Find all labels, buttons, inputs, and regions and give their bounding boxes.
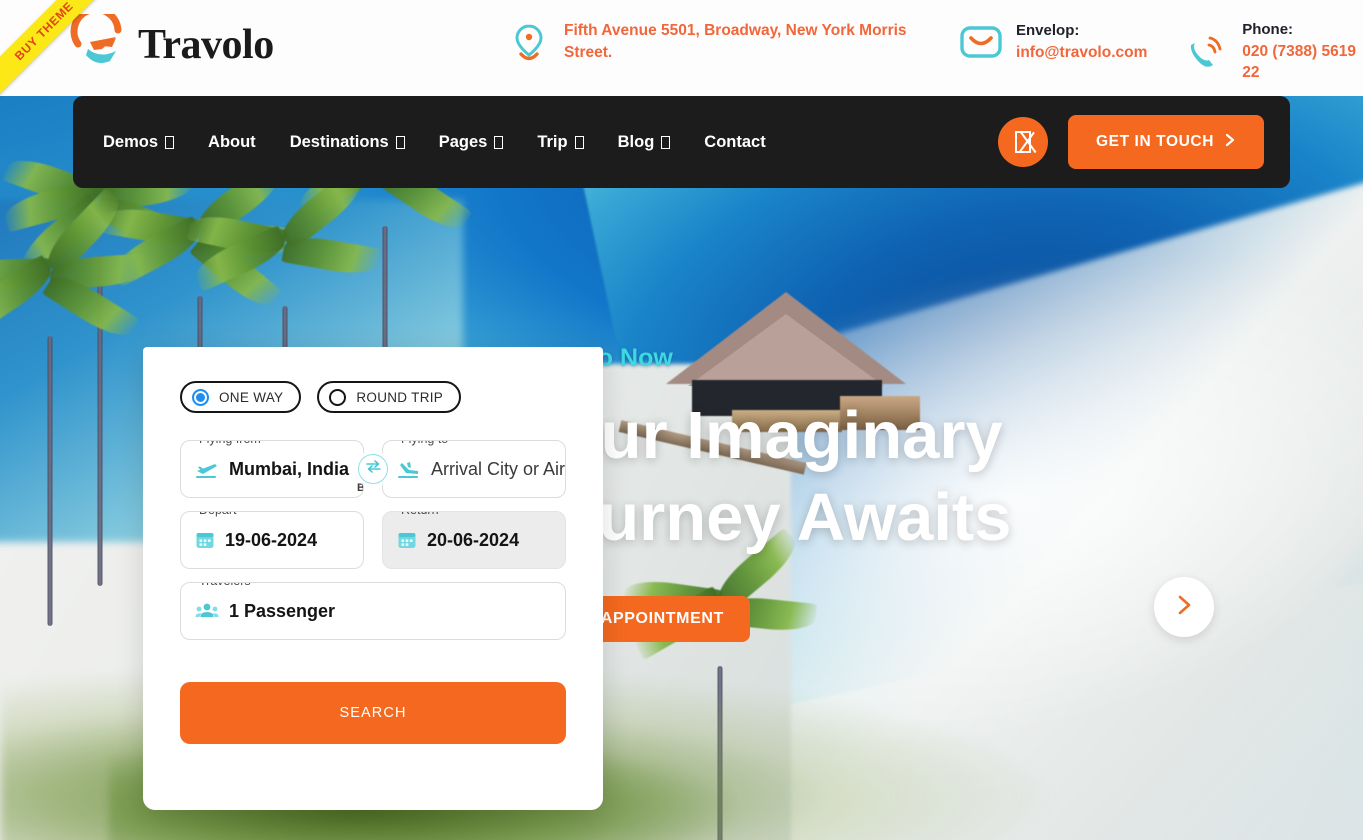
plane-takeoff-icon: [195, 459, 219, 479]
email-value: info@travolo.com: [1016, 43, 1148, 61]
contact-email[interactable]: Envelop: info@travolo.com: [960, 20, 1147, 64]
trip-type-one-way[interactable]: ONE WAY: [180, 381, 302, 413]
page-root: Travolo Fifth Avenue 5501, Broadway, New…: [0, 0, 1363, 840]
phone-value: 020 (7388) 5619 22: [1242, 42, 1356, 82]
plane-landing-icon: [397, 459, 421, 479]
brand-name: Travolo: [138, 22, 274, 68]
email-label: Envelop:: [1016, 21, 1080, 39]
hero-next-slide-button[interactable]: [1154, 577, 1214, 637]
nav-item-label: Trip: [537, 132, 568, 151]
nav-item-pages[interactable]: Pages: [439, 133, 504, 152]
contact-phone[interactable]: Phone: 020 (7388) 5619 22: [1186, 20, 1363, 83]
flying-from-field[interactable]: Flying from Mumbai, India BOM: [180, 440, 364, 498]
main-navigation: Demos About Destinations Pages Trip Blog: [73, 96, 1290, 188]
trip-type-label: ROUND TRIP: [356, 389, 444, 405]
chevron-right-icon: [1174, 593, 1194, 622]
get-in-touch-label: GET IN TOUCH: [1095, 133, 1214, 150]
nav-item-label: Blog: [617, 132, 655, 151]
nav-item-contact[interactable]: Contact: [704, 133, 765, 152]
depart-legend: Depart: [194, 512, 242, 517]
nav-item-about[interactable]: About: [208, 133, 256, 152]
travelers-value: 1 Passenger: [229, 600, 336, 621]
hero-subtitle: Lets Go Now: [520, 344, 673, 372]
nav-item-blog[interactable]: Blog: [618, 133, 671, 152]
flying-to-field[interactable]: Flying to Arrival City or Airport: [382, 440, 566, 498]
depart-date-value: 19-06-2024: [225, 529, 318, 550]
radio-round-trip-icon: [329, 388, 347, 406]
route-row: Flying from Mumbai, India BOM: [180, 440, 566, 498]
envelope-icon: [960, 20, 1002, 64]
travolo-plane-logo-icon: [68, 5, 132, 76]
nav-links: Demos About Destinations Pages Trip Blog: [103, 133, 766, 152]
radio-one-way-icon: [192, 388, 209, 406]
phone-icon: [1186, 30, 1228, 74]
address-text: Fifth Avenue 5501, Broadway, New York Mo…: [564, 22, 907, 62]
flight-search-panel: ONE WAY ROUND TRIP Flying from Mumbai, I…: [143, 347, 603, 810]
calendar-icon: [195, 530, 215, 550]
return-legend: Return: [396, 512, 444, 517]
trip-type-group: ONE WAY ROUND TRIP: [180, 381, 566, 413]
flying-from-value: Mumbai, India: [229, 458, 350, 479]
travelers-field[interactable]: Travelers 1 Passenger: [180, 582, 566, 640]
swap-airports-button[interactable]: [358, 454, 388, 484]
search-button[interactable]: SEARCH: [180, 682, 566, 744]
travelers-row: Travelers 1 Passenger: [180, 582, 566, 640]
travelers-legend: Travelers: [194, 583, 256, 588]
dates-row: Depart 19-06-2024 Return: [180, 511, 566, 569]
nav-item-demos[interactable]: Demos: [103, 132, 175, 152]
top-bar: Travolo Fifth Avenue 5501, Broadway, New…: [0, 0, 1363, 96]
return-date-value: 20-06-2024: [427, 529, 520, 550]
location-pin-icon: [508, 20, 550, 64]
return-date-field[interactable]: Return 20-06-2024: [382, 511, 566, 569]
flying-to-input[interactable]: Arrival City or Airport: [431, 459, 565, 480]
flying-to-legend: Flying to: [396, 441, 454, 446]
swap-arrows-icon: [365, 459, 382, 479]
chevron-down-icon: [165, 135, 175, 149]
passengers-icon: [195, 602, 219, 620]
trip-type-round-trip[interactable]: ROUND TRIP: [317, 381, 462, 413]
chevron-down-icon: [494, 135, 504, 149]
phone-label: Phone:: [1242, 21, 1294, 38]
nav-item-trip[interactable]: Trip: [537, 132, 584, 152]
nav-item-destinations[interactable]: Destinations: [290, 133, 405, 152]
get-in-touch-button[interactable]: GET IN TOUCH: [1067, 115, 1264, 169]
missing-glyph-icon: [1014, 131, 1031, 153]
contact-info-group: Fifth Avenue 5501, Broadway, New York Mo…: [508, 20, 1363, 83]
nav-item-label: Demos: [103, 132, 159, 151]
chevron-down-icon: [395, 135, 405, 149]
chevron-right-icon: [1224, 133, 1236, 152]
nav-item-label: Pages: [438, 132, 488, 151]
contact-address[interactable]: Fifth Avenue 5501, Broadway, New York Mo…: [508, 20, 925, 64]
calendar-icon: [397, 530, 417, 550]
depart-date-field[interactable]: Depart 19-06-2024: [180, 511, 364, 569]
nav-item-label: Destinations: [289, 132, 389, 151]
palm-tree: [0, 187, 147, 626]
chevron-down-icon: [661, 135, 671, 149]
chevron-down-icon: [574, 135, 584, 149]
brand-logo[interactable]: Travolo: [68, 5, 274, 76]
flying-from-legend: Flying from: [194, 441, 266, 446]
hero-title: Your Imaginary Journey Awaits: [520, 398, 1012, 555]
nav-actions: GET IN TOUCH: [997, 115, 1264, 169]
nav-item-label: About: [208, 132, 256, 151]
trip-type-label: ONE WAY: [219, 389, 284, 405]
flying-from-airport-code: BOM: [357, 482, 363, 494]
missing-glyph-icon-button[interactable]: [997, 117, 1048, 167]
nav-item-label: Contact: [704, 132, 766, 151]
